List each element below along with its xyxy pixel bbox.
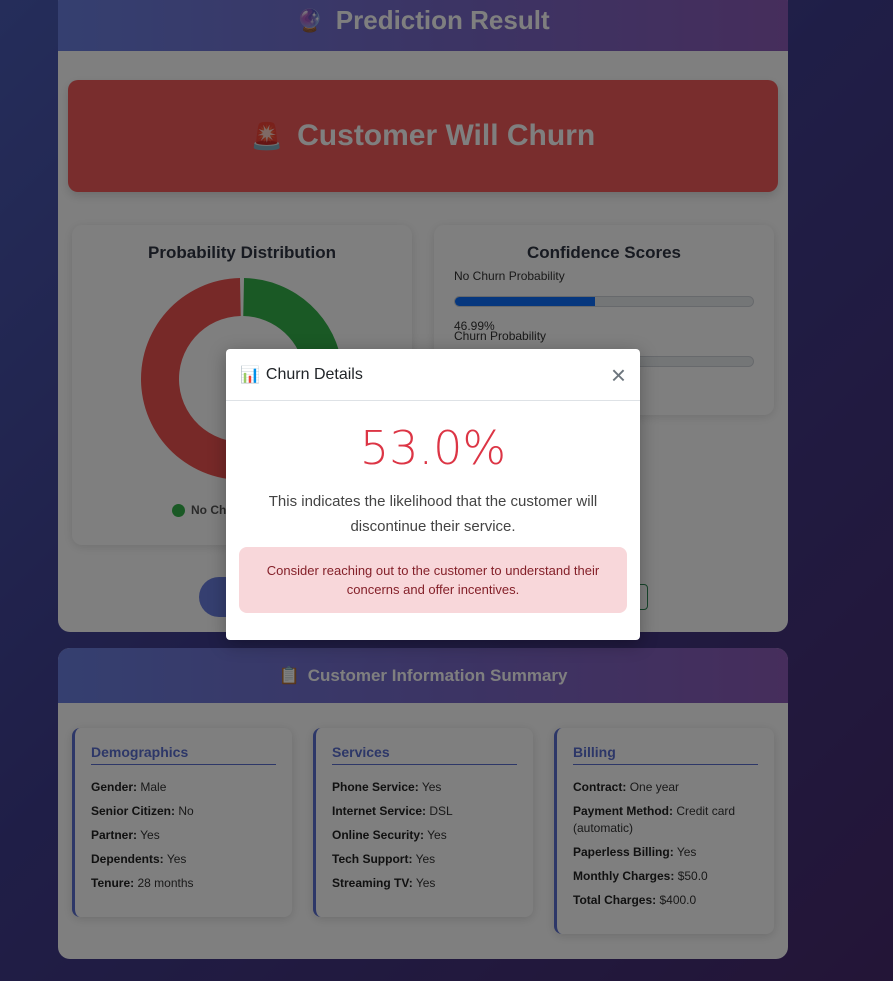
churn-percentage: 53.0% <box>359 421 507 475</box>
modal-title: 📊 Churn Details <box>240 365 363 385</box>
modal-description: This indicates the likelihood that the c… <box>268 493 598 535</box>
recommendation-alert: Consider reaching out to the customer to… <box>239 547 627 613</box>
modal-title-text: Churn Details <box>265 365 363 383</box>
close-icon[interactable]: × <box>611 362 626 388</box>
modal-header: 📊 Churn Details × <box>226 349 640 401</box>
alert-text: Consider reaching out to the customer to… <box>266 563 600 597</box>
bar-chart-icon: 📊 <box>240 366 260 384</box>
churn-details-modal: 📊 Churn Details × 53.0% This indicates t… <box>226 349 640 640</box>
page: 🔮 Prediction Result 🚨 Customer Will Chur… <box>0 0 893 981</box>
